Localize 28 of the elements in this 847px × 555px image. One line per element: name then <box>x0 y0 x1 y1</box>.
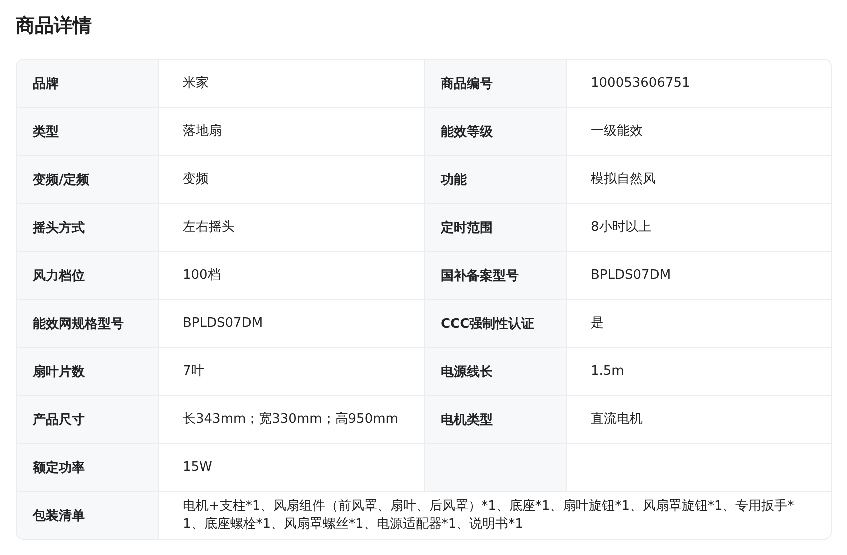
spec-value: 一级能效 <box>567 108 831 156</box>
spec-label: 电源线长 <box>425 348 567 396</box>
spec-value: 100053606751 <box>567 60 831 108</box>
spec-label: 商品编号 <box>425 60 567 108</box>
spec-label: CCC强制性认证 <box>425 300 567 348</box>
spec-value: 8小时以上 <box>567 204 831 252</box>
spec-label: 额定功率 <box>17 444 159 492</box>
spec-label: 品牌 <box>17 60 159 108</box>
spec-value: 1.5m <box>567 348 831 396</box>
spec-value: BPLDS07DM <box>567 252 831 300</box>
spec-value: 是 <box>567 300 831 348</box>
spec-label: 摇头方式 <box>17 204 159 252</box>
spec-value: 直流电机 <box>567 396 831 444</box>
spec-label: 包装清单 <box>17 492 159 539</box>
spec-label: 产品尺寸 <box>17 396 159 444</box>
spec-label: 国补备案型号 <box>425 252 567 300</box>
spec-label: 风力档位 <box>17 252 159 300</box>
spec-label: 定时范围 <box>425 204 567 252</box>
spec-label: 电机类型 <box>425 396 567 444</box>
section-title: 商品详情 <box>16 14 93 39</box>
spec-label: 变频/定频 <box>17 156 159 204</box>
spec-label: 类型 <box>17 108 159 156</box>
spec-value: 模拟自然风 <box>567 156 831 204</box>
spec-label: 能效等级 <box>425 108 567 156</box>
spec-label: 能效网规格型号 <box>17 300 159 348</box>
spec-value: 电机+支柱*1、风扇组件（前风罩、扇叶、后风罩）*1、底座*1、扇叶旋钮*1、风扇罩旋钮*1、专用扳手*1、底座螺栓*1、风扇罩螺丝*1、电源适配器*1、说明书*1 <box>182 498 796 534</box>
spec-label: 功能 <box>425 156 567 204</box>
spec-label: 扇叶片数 <box>17 348 159 396</box>
